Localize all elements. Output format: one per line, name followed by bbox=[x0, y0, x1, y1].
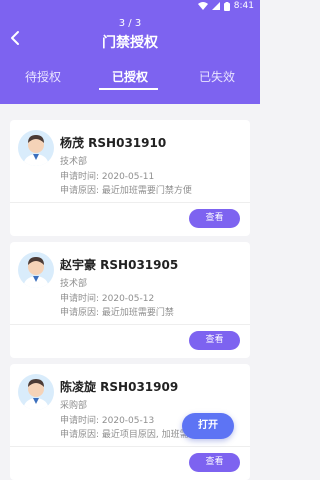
avatar bbox=[18, 374, 54, 410]
card-divider bbox=[10, 324, 250, 325]
request-card: 杨茂 RSH031910 技术部 申请时间: 2020-05-11 申请原因: … bbox=[10, 120, 250, 236]
avatar bbox=[18, 130, 54, 166]
status-icons: 8:41 bbox=[197, 1, 254, 11]
apply-time: 申请时间: 2020-05-11 bbox=[60, 172, 155, 182]
card-divider bbox=[10, 202, 250, 203]
header: 3 / 3 门禁授权 待授权 已授权 已失效 bbox=[0, 14, 260, 104]
department: 采购部 bbox=[60, 401, 88, 411]
status-time: 8:41 bbox=[233, 1, 254, 11]
apply-reason: 申请原因: 最近加班需要门禁方便 bbox=[60, 186, 192, 196]
view-button[interactable]: 查看 bbox=[189, 209, 240, 228]
request-list[interactable]: 杨茂 RSH031910 技术部 申请时间: 2020-05-11 申请原因: … bbox=[0, 104, 260, 480]
wifi-icon bbox=[197, 2, 208, 10]
department: 技术部 bbox=[60, 279, 88, 289]
active-tab-indicator bbox=[99, 88, 158, 90]
signal-icon bbox=[211, 2, 220, 10]
tab-authorized[interactable]: 已授权 bbox=[87, 68, 173, 85]
view-button[interactable]: 查看 bbox=[189, 331, 240, 350]
tab-bar: 待授权 已授权 已失效 bbox=[0, 68, 260, 96]
apply-time: 申请时间: 2020-05-13 bbox=[60, 416, 155, 426]
page-counter: 3 / 3 bbox=[118, 18, 142, 29]
apply-time: 申请时间: 2020-05-12 bbox=[60, 294, 155, 304]
card-divider bbox=[10, 446, 250, 447]
applicant-name: 杨茂 RSH031910 bbox=[60, 136, 167, 150]
apply-reason: 申请原因: 最近项目原因, 加班需 bbox=[60, 430, 189, 440]
applicant-name: 陈凌旋 RSH031909 bbox=[60, 380, 179, 394]
apply-reason: 申请原因: 最近加班需要门禁 bbox=[60, 308, 174, 318]
page-title: 门禁授权 bbox=[102, 35, 158, 51]
status-bar: 8:41 bbox=[0, 0, 260, 14]
battery-icon bbox=[223, 1, 230, 11]
tab-expired[interactable]: 已失效 bbox=[174, 68, 260, 85]
open-door-button[interactable]: 打开 bbox=[182, 413, 234, 439]
applicant-name: 赵宇豪 RSH031905 bbox=[60, 258, 179, 272]
tab-pending[interactable]: 待授权 bbox=[0, 68, 86, 85]
department: 技术部 bbox=[60, 157, 88, 167]
request-card: 赵宇豪 RSH031905 技术部 申请时间: 2020-05-12 申请原因:… bbox=[10, 242, 250, 358]
avatar bbox=[18, 252, 54, 288]
